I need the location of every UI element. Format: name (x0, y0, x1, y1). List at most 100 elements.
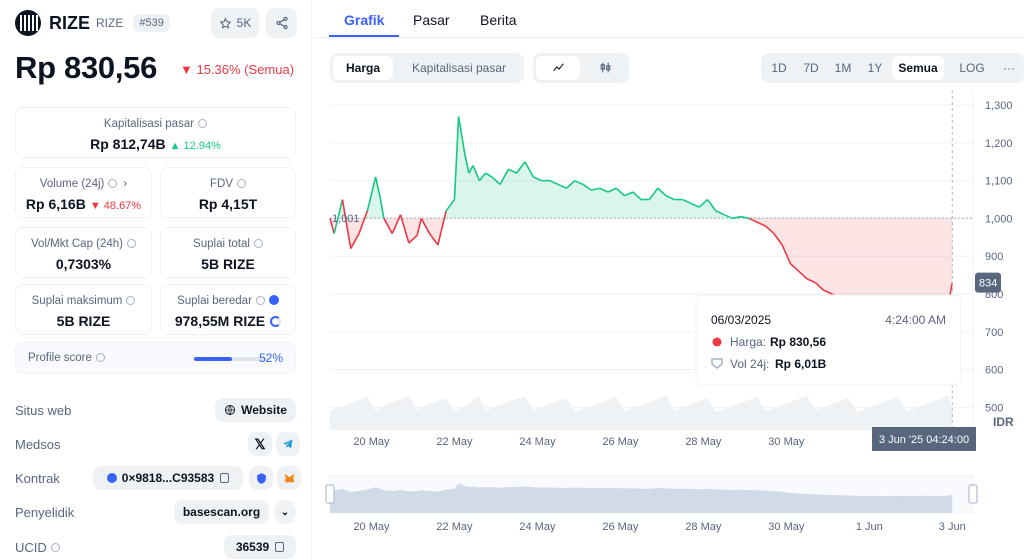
info-icon[interactable] (51, 543, 60, 552)
tab-berita[interactable]: Berita (480, 12, 517, 28)
ucid-button[interactable]: 36539 (224, 535, 296, 559)
chart-style-toggle (533, 53, 629, 83)
navigator-left-handle[interactable] (325, 484, 335, 504)
info-icon[interactable] (95, 353, 105, 362)
info-icon[interactable] (253, 239, 263, 248)
price-dot-icon (712, 337, 722, 347)
tab-grafik[interactable]: Grafik (344, 12, 384, 28)
tooltip-time: 4:24:00 AM (885, 313, 946, 327)
shield-icon[interactable] (249, 466, 273, 490)
max-supply-card: Suplai maksimum 5B RIZE (15, 284, 152, 335)
log-scale-toggle[interactable]: LOG (950, 56, 994, 80)
range-1d[interactable]: 1D (764, 56, 794, 80)
chevron-down-icon[interactable]: ⌄ (274, 500, 296, 524)
volume-label: Volume (24j) (39, 178, 105, 190)
copy-icon[interactable] (220, 473, 230, 483)
y-tick-label: 1,000 (985, 213, 1013, 225)
copy-icon[interactable] (275, 542, 285, 552)
tab-pasar[interactable]: Pasar (413, 12, 450, 28)
market-cap-value: Rp 812,74B (90, 136, 166, 152)
star-icon (219, 16, 232, 29)
price-change: ▼ 15.36% (Semua) (180, 62, 295, 77)
social-row: Medsos 𝕏 (15, 432, 300, 458)
tooltip-price: Rp 830,56 (770, 335, 826, 349)
profile-score-value: 52% (258, 351, 283, 365)
contract-address: 0×9818...C93583 (121, 471, 215, 485)
total-supply-card: Suplai total 5B RIZE (160, 227, 296, 278)
coin-logo (15, 10, 41, 36)
website-button[interactable]: Website (215, 398, 296, 422)
range-7d[interactable]: 7D (796, 56, 826, 80)
market-cap-card: Kapitalisasi pasar Rp 812,74B ▲ 12.94% (15, 107, 296, 158)
market-cap-label: Kapitalisasi pasar (103, 118, 195, 130)
more-options-button[interactable]: ··· (996, 56, 1022, 80)
range-all[interactable]: Semua (892, 56, 944, 80)
tooltip-date: 06/03/2025 (711, 313, 771, 327)
circ-supply-label: Suplai beredar (177, 295, 252, 307)
y-tick-label: 1,200 (985, 138, 1013, 150)
chart-tooltip: 06/03/2025 4:24:00 AM Harga: Rp 830,56 V… (695, 294, 962, 386)
y-tick-label: 600 (985, 365, 1003, 377)
max-supply-label: Suplai maksimum (31, 295, 123, 307)
volume-area (330, 396, 953, 430)
market-cap-change: ▲ 12.94% (169, 140, 221, 152)
metamask-icon[interactable] (277, 466, 301, 490)
circ-supply-card: Suplai beredar 978,55M RIZE (160, 284, 296, 335)
y-tick-label: 500 (985, 402, 1003, 414)
max-supply-value: 5B RIZE (56, 313, 111, 329)
price-chart[interactable]: 5006007008009001,0001,1001,2001,30020 Ma… (313, 90, 1024, 560)
coin-header: RIZE RIZE #539 (15, 10, 170, 36)
share-icon (275, 16, 288, 30)
y-tick-label: 1,300 (985, 100, 1013, 112)
x-tick-label: 24 May (519, 436, 556, 448)
candlestick-button[interactable] (583, 56, 627, 80)
contract-address-button[interactable]: 0×9818...C93583 (93, 466, 243, 490)
navigator-right-handle[interactable] (968, 484, 978, 504)
y-axis-unit: IDR (993, 415, 1014, 429)
x-twitter-icon[interactable]: 𝕏 (248, 432, 272, 456)
website-row: Situs web Website (15, 398, 296, 424)
info-icon[interactable] (108, 179, 118, 188)
vol-mkt-card: Vol/Mkt Cap (24h) 0,7303% (15, 227, 152, 278)
watch-count: 5K (236, 16, 252, 30)
coin-overview-panel: RIZE RIZE #539 5K Rp 830,56 ▼ 15.36% (Se… (0, 0, 312, 560)
explorer-button[interactable]: basescan.org (174, 500, 269, 524)
chart-type-toggle: Harga Kapitalisasi pasar (330, 53, 524, 83)
info-icon[interactable] (255, 296, 265, 305)
share-button[interactable] (266, 8, 297, 38)
website-button-label: Website (241, 403, 287, 417)
navigator-tick-label: 3 Jun (939, 521, 966, 533)
range-navigator[interactable]: 20 May 22 May 24 May 26 May 28 May 30 May 1 Ju… (325, 474, 978, 533)
rank-badge: #539 (133, 14, 170, 32)
y-tick-label: 700 (985, 327, 1003, 339)
total-supply-label: Suplai total (193, 238, 250, 250)
info-icon[interactable] (127, 239, 137, 248)
range-1m[interactable]: 1M (828, 56, 858, 80)
contract-row: Kontrak 0×9818...C93583 (15, 466, 301, 492)
chevron-right-icon: › (123, 178, 128, 190)
info-icon[interactable] (126, 296, 136, 305)
volume-card[interactable]: Volume (24j) › Rp 6,16B ▼ 48.67% (15, 167, 152, 218)
supply-ring-icon (270, 316, 282, 327)
watchlist-button[interactable]: 5K (211, 8, 259, 38)
line-chart-button[interactable] (536, 56, 580, 80)
fdv-card: FDV Rp 4,15T (160, 167, 296, 218)
line-chart-icon (552, 63, 564, 72)
current-price-label: 834 (979, 278, 997, 290)
telegram-icon[interactable] (276, 432, 300, 456)
ucid-label: UCID (15, 540, 47, 555)
info-icon[interactable] (237, 179, 246, 188)
market-cap-tab[interactable]: Kapitalisasi pasar (398, 56, 520, 80)
navigator-tick-label: 22 May (436, 521, 473, 533)
x-tick-label: 20 May (353, 436, 390, 448)
candlestick-icon (600, 62, 610, 73)
range-1y[interactable]: 1Y (860, 56, 890, 80)
website-label: Situs web (15, 403, 72, 418)
verified-icon (268, 295, 279, 305)
coin-price: Rp 830,56 (15, 50, 158, 85)
price-tab[interactable]: Harga (333, 56, 393, 80)
circ-supply-value: 978,55M RIZE (174, 313, 266, 329)
main-tabs: Grafik Pasar Berita (313, 0, 1024, 38)
info-icon[interactable] (198, 119, 208, 128)
profile-score[interactable]: Profile score 52% (15, 342, 296, 374)
